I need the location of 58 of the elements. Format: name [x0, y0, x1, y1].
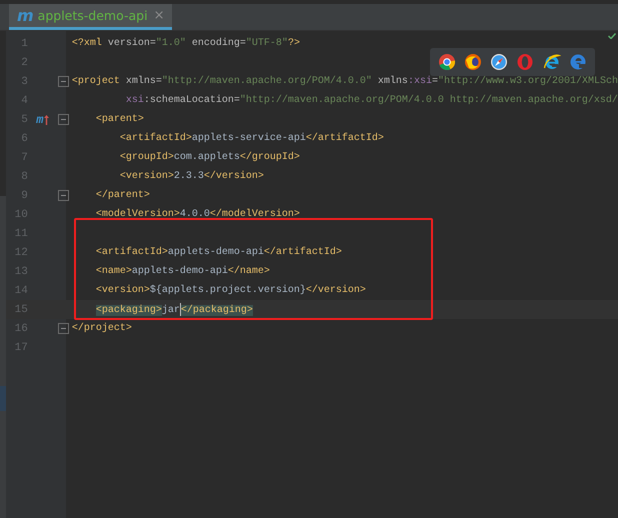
fold-icon[interactable] — [58, 76, 69, 87]
code-token: "http://www.w3.org/2001/XMLSch — [438, 76, 618, 87]
code-token: <packaging> — [96, 305, 162, 316]
code-token: applets-service-api — [192, 133, 306, 144]
code-token: </packaging> — [180, 305, 253, 316]
code-token: <version> — [94, 285, 150, 296]
code-token: applets-demo-api — [168, 247, 264, 258]
code-token: <groupId> — [118, 152, 174, 163]
code-token: encoding= — [190, 38, 246, 49]
code-token: :schemaLocation= — [144, 95, 240, 106]
fold-icon[interactable] — [58, 323, 69, 334]
code-token: <artifactId> — [94, 247, 168, 258]
code-token: </version> — [204, 171, 264, 182]
safari-browser-icon[interactable] — [490, 53, 508, 71]
close-icon[interactable]: × — [154, 8, 164, 23]
code-token: </groupId> — [240, 152, 300, 163]
code-token: </modelVersion> — [210, 209, 300, 220]
firefox-browser-icon[interactable] — [464, 53, 482, 71]
code-token: </name> — [228, 266, 270, 277]
code-token: "http://maven.apache.org/POM/4.0.0" — [162, 76, 372, 87]
code-token: xmlns — [376, 76, 408, 87]
code-token: 4.0.0 — [180, 209, 210, 220]
fold-icon[interactable] — [58, 114, 69, 125]
edge-browser-icon[interactable] — [568, 53, 587, 71]
code-token: <artifactId> — [118, 133, 192, 144]
code-token: xmlns= — [126, 76, 162, 87]
code-token: "UTF-8" — [246, 38, 288, 49]
code-token: xml — [84, 38, 103, 49]
code-token: <project — [72, 76, 121, 87]
code-token: version= — [108, 38, 156, 49]
fold-icon[interactable] — [58, 190, 69, 201]
code-token: </project> — [72, 323, 132, 334]
code-token: </artifactId> — [264, 247, 342, 258]
code-token: "1.0" — [156, 38, 186, 49]
code-token: <version> — [118, 171, 174, 182]
opera-browser-icon[interactable] — [516, 53, 534, 71]
code-token: xsi — [124, 95, 144, 106]
code-token: <name> — [94, 266, 132, 277]
chrome-browser-icon[interactable] — [438, 53, 456, 71]
code-token: </version> — [306, 285, 366, 296]
code-token: <modelVersion> — [94, 209, 180, 220]
code-token: com.applets — [174, 152, 240, 163]
code-token: 2.3.3 — [174, 171, 204, 182]
code-token: = — [432, 76, 438, 87]
code-token: ?> — [288, 38, 300, 49]
file-tab[interactable]: m applets-demo-api × — [9, 4, 172, 30]
maven-icon: m — [17, 6, 34, 25]
code-token: applets-demo-api — [132, 266, 228, 277]
code-token: </parent> — [94, 190, 150, 201]
code-token: <parent> — [94, 114, 144, 125]
check-icon — [608, 33, 616, 39]
code-token: ${applets.project.version} — [150, 285, 306, 296]
ie-browser-icon[interactable] — [542, 53, 561, 71]
code-token: </artifactId> — [306, 133, 384, 144]
code-token: "http://maven.apache.org/POM/4.0.0 http://maven.apache.org/xsd/ — [240, 95, 618, 106]
code-token: jar — [162, 305, 181, 316]
code-token: <? — [72, 38, 84, 49]
code-token: :xsi — [408, 76, 432, 87]
